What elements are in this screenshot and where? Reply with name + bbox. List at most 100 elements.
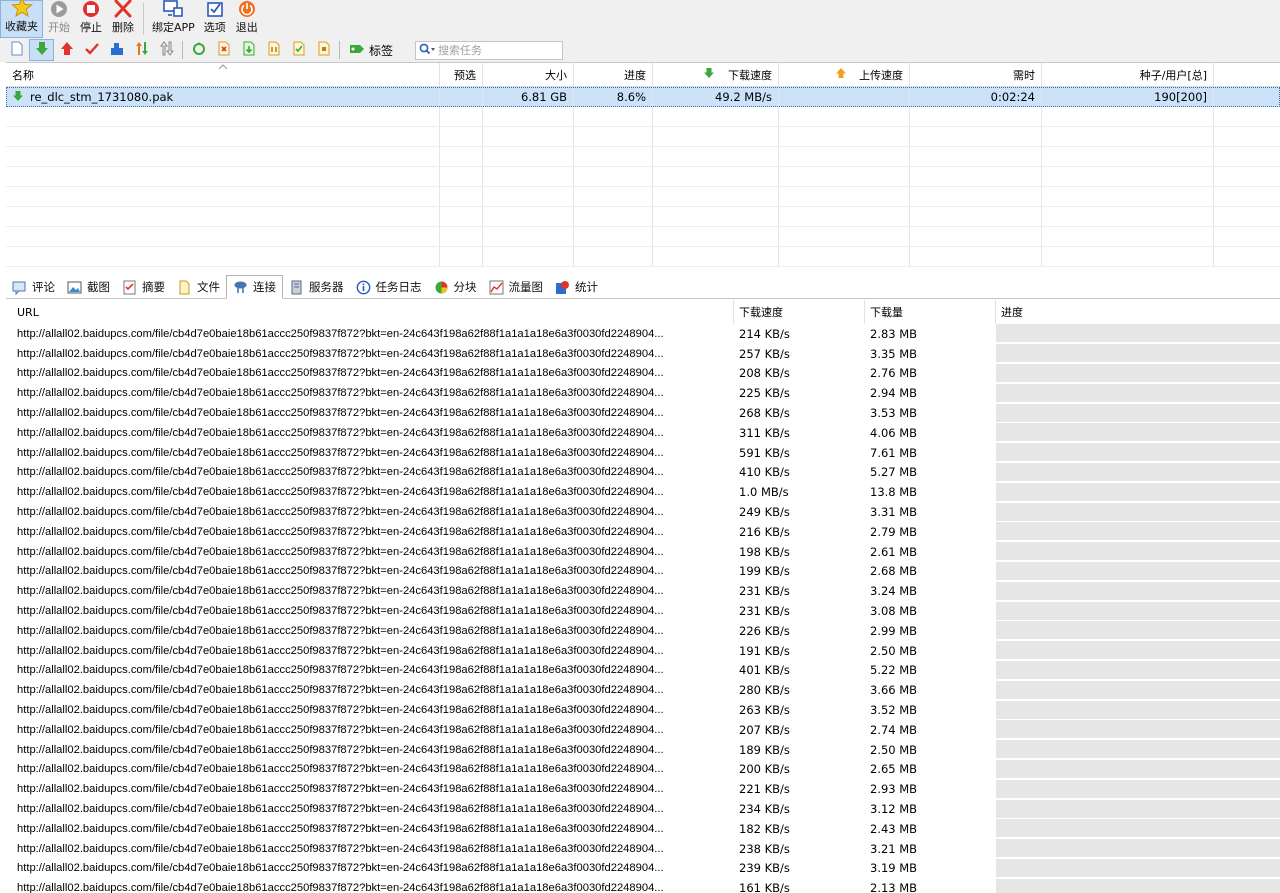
- filter-completed-button[interactable]: [79, 39, 104, 61]
- column-header-conn-speed[interactable]: 下载速度: [734, 300, 865, 324]
- new-task-button[interactable]: [4, 39, 29, 61]
- connection-url: http://allall02.baidupcs.com/file/cb4d7e…: [17, 862, 664, 875]
- tab-servers[interactable]: 服务器: [283, 276, 350, 298]
- connection-url: http://allall02.baidupcs.com/file/cb4d7e…: [17, 783, 664, 796]
- connections-rows: http://allall02.baidupcs.com/file/cb4d7e…: [12, 324, 1280, 893]
- connection-row[interactable]: http://allall02.baidupcs.com/file/cb4d7e…: [12, 641, 1280, 661]
- connection-row[interactable]: http://allall02.baidupcs.com/file/cb4d7e…: [12, 759, 1280, 780]
- tab-task-log[interactable]: 任务日志: [350, 276, 428, 298]
- connection-row[interactable]: http://allall02.baidupcs.com/file/cb4d7e…: [12, 858, 1280, 879]
- delete-button[interactable]: 删除: [107, 0, 139, 38]
- column-header-url[interactable]: URL: [12, 300, 734, 324]
- connection-row[interactable]: http://allall02.baidupcs.com/file/cb4d7e…: [12, 720, 1280, 740]
- search-input[interactable]: [438, 43, 549, 57]
- connection-row[interactable]: http://allall02.baidupcs.com/file/cb4d7e…: [12, 779, 1280, 799]
- connection-row[interactable]: http://allall02.baidupcs.com/file/cb4d7e…: [12, 522, 1280, 542]
- connection-row[interactable]: http://allall02.baidupcs.com/file/cb4d7e…: [12, 344, 1280, 364]
- filter-error-button[interactable]: [211, 39, 236, 61]
- empty-row: [6, 187, 1280, 207]
- tab-traffic[interactable]: 流量图: [483, 276, 550, 298]
- empty-cell: [574, 227, 653, 246]
- column-header-name[interactable]: 名称: [6, 63, 440, 86]
- upload-arrow-icon: [60, 41, 74, 59]
- filter-active-button[interactable]: [129, 39, 154, 61]
- tab-connections[interactable]: 连接: [226, 275, 283, 299]
- column-header-seeds[interactable]: 种子/用户[总]: [1042, 63, 1214, 86]
- filter-inactive-button[interactable]: [154, 39, 179, 61]
- connection-speed: 207 KB/s: [739, 722, 790, 737]
- connection-row[interactable]: http://allall02.baidupcs.com/file/cb4d7e…: [12, 443, 1280, 463]
- column-header-size[interactable]: 大小: [483, 63, 574, 86]
- connection-row[interactable]: http://allall02.baidupcs.com/file/cb4d7e…: [12, 621, 1280, 641]
- downloading-arrow-icon: [12, 90, 24, 105]
- filter-checking-button[interactable]: [286, 39, 311, 61]
- filter-rss-button[interactable]: [186, 39, 211, 61]
- connection-row[interactable]: http://allall02.baidupcs.com/file/cb4d7e…: [12, 383, 1280, 403]
- tag-button[interactable]: 标签: [343, 42, 399, 59]
- connection-row[interactable]: http://allall02.baidupcs.com/file/cb4d7e…: [12, 878, 1280, 893]
- tab-stats[interactable]: 统计: [549, 276, 604, 298]
- connection-row[interactable]: http://allall02.baidupcs.com/file/cb4d7e…: [12, 601, 1280, 621]
- connection-row[interactable]: http://allall02.baidupcs.com/file/cb4d7e…: [12, 482, 1280, 502]
- tab-pieces[interactable]: 分块: [428, 276, 483, 298]
- connection-row[interactable]: http://allall02.baidupcs.com/file/cb4d7e…: [12, 660, 1280, 681]
- connection-row[interactable]: http://allall02.baidupcs.com/file/cb4d7e…: [12, 502, 1280, 522]
- connection-row[interactable]: http://allall02.baidupcs.com/file/cb4d7e…: [12, 799, 1280, 819]
- bind-app-button[interactable]: 绑定APP: [148, 0, 199, 38]
- filter-downloading-button[interactable]: [29, 39, 54, 61]
- column-header-conn-progress[interactable]: 进度: [996, 300, 1280, 324]
- tab-files[interactable]: 文件: [171, 276, 226, 298]
- connection-row[interactable]: http://allall02.baidupcs.com/file/cb4d7e…: [12, 700, 1280, 720]
- tab-comments[interactable]: 评论: [6, 276, 61, 298]
- connection-row[interactable]: http://allall02.baidupcs.com/file/cb4d7e…: [12, 403, 1280, 423]
- connection-row[interactable]: http://allall02.baidupcs.com/file/cb4d7e…: [12, 561, 1280, 582]
- filter-stopped-button[interactable]: [311, 39, 336, 61]
- favorites-button[interactable]: 收藏夹: [0, 0, 43, 38]
- filter-uploading-button[interactable]: [54, 39, 79, 61]
- up-down-outline-icon: [159, 41, 174, 59]
- connection-row[interactable]: http://allall02.baidupcs.com/file/cb4d7e…: [12, 839, 1280, 859]
- tab-screenshot[interactable]: 截图: [61, 276, 116, 298]
- exit-button[interactable]: 退出: [231, 0, 263, 38]
- column-upload-speed-label: 上传速度: [859, 68, 903, 82]
- connection-row[interactable]: http://allall02.baidupcs.com/file/cb4d7e…: [12, 423, 1280, 443]
- connection-row[interactable]: http://allall02.baidupcs.com/file/cb4d7e…: [12, 581, 1280, 601]
- column-header-upload-speed[interactable]: 上传速度: [779, 63, 910, 86]
- connection-amount: 3.12 MB: [870, 802, 918, 817]
- connection-progress-bar: [996, 403, 1280, 423]
- stop-button[interactable]: 停止: [75, 0, 107, 38]
- column-header-progress[interactable]: 进度: [574, 63, 653, 86]
- checkmark-icon: [84, 41, 99, 59]
- connection-amount: 2.94 MB: [870, 386, 918, 401]
- filter-queued-button[interactable]: [104, 39, 129, 61]
- connection-url: http://allall02.baidupcs.com/file/cb4d7e…: [17, 565, 664, 578]
- empty-cell: [779, 247, 910, 266]
- column-header-download-speed[interactable]: 下载速度: [653, 63, 779, 86]
- column-header-preselect[interactable]: 预选: [440, 63, 483, 86]
- column-header-eta[interactable]: 需时: [910, 63, 1042, 86]
- connection-progress-bar: [996, 858, 1280, 878]
- connection-row[interactable]: http://allall02.baidupcs.com/file/cb4d7e…: [12, 363, 1280, 384]
- task-size: 6.81 GB: [483, 87, 574, 107]
- task-row[interactable]: re_dlc_stm_1731080.pak 6.81 GB 8.6% 49.2…: [6, 87, 1280, 107]
- connection-row[interactable]: http://allall02.baidupcs.com/file/cb4d7e…: [12, 680, 1280, 700]
- connection-speed: 199 KB/s: [739, 564, 790, 579]
- tab-summary[interactable]: 摘要: [116, 276, 171, 298]
- connection-row[interactable]: http://allall02.baidupcs.com/file/cb4d7e…: [12, 462, 1280, 483]
- filter-paused-button[interactable]: [261, 39, 286, 61]
- start-button[interactable]: 开始: [43, 0, 75, 38]
- connection-row[interactable]: http://allall02.baidupcs.com/file/cb4d7e…: [12, 740, 1280, 760]
- connection-progress-bar: [996, 363, 1280, 383]
- bind-app-label: 绑定APP: [152, 21, 195, 34]
- connection-row[interactable]: http://allall02.baidupcs.com/file/cb4d7e…: [12, 542, 1280, 562]
- empty-cell: [653, 167, 779, 186]
- connection-row[interactable]: http://allall02.baidupcs.com/file/cb4d7e…: [12, 324, 1280, 344]
- column-header-conn-amount[interactable]: 下载量: [865, 300, 996, 324]
- info-icon: [356, 280, 371, 295]
- empty-cell: [6, 107, 440, 126]
- filter-seeding-button[interactable]: [236, 39, 261, 61]
- column-header-extra[interactable]: [1214, 63, 1280, 86]
- connection-row[interactable]: http://allall02.baidupcs.com/file/cb4d7e…: [12, 819, 1280, 839]
- search-box[interactable]: [415, 40, 564, 60]
- options-button[interactable]: 选项: [199, 0, 231, 38]
